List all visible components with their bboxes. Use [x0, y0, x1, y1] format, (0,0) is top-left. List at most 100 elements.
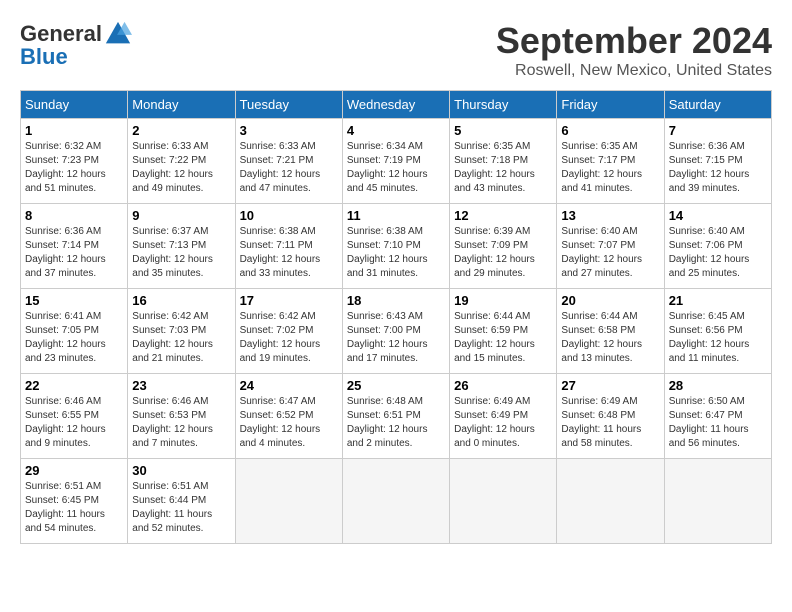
calendar-cell: 8 Sunrise: 6:36 AMSunset: 7:14 PMDaylight…	[21, 204, 128, 289]
day-number: 13	[561, 208, 659, 223]
day-number: 30	[132, 463, 230, 478]
calendar-cell: 2 Sunrise: 6:33 AMSunset: 7:22 PMDaylight…	[128, 119, 235, 204]
day-detail: Sunrise: 6:49 AMSunset: 6:48 PMDaylight:…	[561, 395, 659, 451]
calendar-cell: 3 Sunrise: 6:33 AMSunset: 7:21 PMDaylight…	[235, 119, 342, 204]
calendar-cell: 13 Sunrise: 6:40 AMSunset: 7:07 PMDayligh…	[557, 204, 664, 289]
day-number: 22	[25, 378, 123, 393]
day-detail: Sunrise: 6:51 AMSunset: 6:44 PMDaylight:…	[132, 480, 230, 536]
day-detail: Sunrise: 6:33 AMSunset: 7:21 PMDaylight:…	[240, 140, 338, 196]
calendar-cell: 19Sunrise: 6:44 AMSunset: 6:59 PMDayligh…	[450, 289, 557, 374]
day-number: 10	[240, 208, 338, 223]
day-detail: Sunrise: 6:46 AMSunset: 6:55 PMDaylight:…	[25, 395, 123, 451]
day-detail: Sunrise: 6:39 AMSunset: 7:09 PMDaylight:…	[454, 225, 552, 281]
calendar-cell: 15 Sunrise: 6:41 AMSunset: 7:05 PMDayligh…	[21, 289, 128, 374]
day-detail: Sunrise: 6:40 AMSunset: 7:06 PMDaylight:…	[669, 225, 767, 281]
day-number: 2	[132, 123, 230, 138]
day-detail: Sunrise: 6:49 AMSunset: 6:49 PMDaylight:…	[454, 395, 552, 451]
day-detail: Sunrise: 6:47 AMSunset: 6:52 PMDaylight:…	[240, 395, 338, 451]
weekday-header-tuesday: Tuesday	[235, 91, 342, 119]
calendar-cell: 30 Sunrise: 6:51 AMSunset: 6:44 PMDayligh…	[128, 459, 235, 544]
day-detail: Sunrise: 6:36 AMSunset: 7:14 PMDaylight:…	[25, 225, 123, 281]
day-detail: Sunrise: 6:44 AMSunset: 6:58 PMDaylight:…	[561, 310, 659, 366]
weekday-header-sunday: Sunday	[21, 91, 128, 119]
logo-icon	[104, 20, 132, 48]
day-number: 16	[132, 293, 230, 308]
calendar-cell: 5Sunrise: 6:35 AMSunset: 7:18 PMDaylight…	[450, 119, 557, 204]
logo: General Blue	[20, 20, 132, 70]
day-detail: Sunrise: 6:38 AMSunset: 7:10 PMDaylight:…	[347, 225, 445, 281]
day-number: 28	[669, 378, 767, 393]
calendar-cell: 25Sunrise: 6:48 AMSunset: 6:51 PMDayligh…	[342, 374, 449, 459]
week-row-4: 22 Sunrise: 6:46 AMSunset: 6:55 PMDayligh…	[21, 374, 772, 459]
day-number: 3	[240, 123, 338, 138]
weekday-header-saturday: Saturday	[664, 91, 771, 119]
day-number: 21	[669, 293, 767, 308]
weekday-header-friday: Friday	[557, 91, 664, 119]
day-detail: Sunrise: 6:50 AMSunset: 6:47 PMDaylight:…	[669, 395, 767, 451]
week-row-1: 1 Sunrise: 6:32 AMSunset: 7:23 PMDaylight…	[21, 119, 772, 204]
weekday-header-thursday: Thursday	[450, 91, 557, 119]
day-detail: Sunrise: 6:35 AMSunset: 7:17 PMDaylight:…	[561, 140, 659, 196]
calendar-cell: 26Sunrise: 6:49 AMSunset: 6:49 PMDayligh…	[450, 374, 557, 459]
page-header: General Blue September 2024 Roswell, New…	[20, 20, 772, 80]
day-number: 27	[561, 378, 659, 393]
day-detail: Sunrise: 6:35 AMSunset: 7:18 PMDaylight:…	[454, 140, 552, 196]
day-detail: Sunrise: 6:48 AMSunset: 6:51 PMDaylight:…	[347, 395, 445, 451]
title-block: September 2024 Roswell, New Mexico, Unit…	[496, 20, 772, 80]
calendar-cell: 16 Sunrise: 6:42 AMSunset: 7:03 PMDayligh…	[128, 289, 235, 374]
day-detail: Sunrise: 6:45 AMSunset: 6:56 PMDaylight:…	[669, 310, 767, 366]
day-detail: Sunrise: 6:42 AMSunset: 7:02 PMDaylight:…	[240, 310, 338, 366]
calendar-cell: 4Sunrise: 6:34 AMSunset: 7:19 PMDaylight…	[342, 119, 449, 204]
calendar-cell: 7 Sunrise: 6:36 AMSunset: 7:15 PMDaylight…	[664, 119, 771, 204]
day-detail: Sunrise: 6:51 AMSunset: 6:45 PMDaylight:…	[25, 480, 123, 536]
calendar-cell	[450, 459, 557, 544]
day-number: 12	[454, 208, 552, 223]
calendar-cell: 9 Sunrise: 6:37 AMSunset: 7:13 PMDaylight…	[128, 204, 235, 289]
calendar-cell: 29 Sunrise: 6:51 AMSunset: 6:45 PMDayligh…	[21, 459, 128, 544]
day-detail: Sunrise: 6:36 AMSunset: 7:15 PMDaylight:…	[669, 140, 767, 196]
day-number: 1	[25, 123, 123, 138]
calendar-cell: 28 Sunrise: 6:50 AMSunset: 6:47 PMDayligh…	[664, 374, 771, 459]
calendar-cell	[342, 459, 449, 544]
day-number: 15	[25, 293, 123, 308]
day-number: 7	[669, 123, 767, 138]
day-number: 14	[669, 208, 767, 223]
week-row-3: 15 Sunrise: 6:41 AMSunset: 7:05 PMDayligh…	[21, 289, 772, 374]
day-detail: Sunrise: 6:33 AMSunset: 7:22 PMDaylight:…	[132, 140, 230, 196]
day-number: 9	[132, 208, 230, 223]
calendar-cell: 22 Sunrise: 6:46 AMSunset: 6:55 PMDayligh…	[21, 374, 128, 459]
calendar-cell: 1 Sunrise: 6:32 AMSunset: 7:23 PMDaylight…	[21, 119, 128, 204]
calendar-cell: 10Sunrise: 6:38 AMSunset: 7:11 PMDayligh…	[235, 204, 342, 289]
day-number: 19	[454, 293, 552, 308]
weekday-header-monday: Monday	[128, 91, 235, 119]
day-number: 18	[347, 293, 445, 308]
calendar-cell: 27 Sunrise: 6:49 AMSunset: 6:48 PMDayligh…	[557, 374, 664, 459]
calendar-cell: 12 Sunrise: 6:39 AMSunset: 7:09 PMDayligh…	[450, 204, 557, 289]
week-row-5: 29 Sunrise: 6:51 AMSunset: 6:45 PMDayligh…	[21, 459, 772, 544]
day-detail: Sunrise: 6:40 AMSunset: 7:07 PMDaylight:…	[561, 225, 659, 281]
calendar-cell: 23Sunrise: 6:46 AMSunset: 6:53 PMDayligh…	[128, 374, 235, 459]
day-number: 20	[561, 293, 659, 308]
weekday-header-row: SundayMondayTuesdayWednesdayThursdayFrid…	[21, 91, 772, 119]
week-row-2: 8 Sunrise: 6:36 AMSunset: 7:14 PMDaylight…	[21, 204, 772, 289]
calendar-cell: 11 Sunrise: 6:38 AMSunset: 7:10 PMDayligh…	[342, 204, 449, 289]
calendar-cell	[664, 459, 771, 544]
month-title: September 2024	[496, 20, 772, 62]
day-detail: Sunrise: 6:43 AMSunset: 7:00 PMDaylight:…	[347, 310, 445, 366]
location: Roswell, New Mexico, United States	[496, 62, 772, 80]
calendar-cell: 14 Sunrise: 6:40 AMSunset: 7:06 PMDayligh…	[664, 204, 771, 289]
day-detail: Sunrise: 6:41 AMSunset: 7:05 PMDaylight:…	[25, 310, 123, 366]
calendar-cell: 6Sunrise: 6:35 AMSunset: 7:17 PMDaylight…	[557, 119, 664, 204]
calendar-cell: 24Sunrise: 6:47 AMSunset: 6:52 PMDayligh…	[235, 374, 342, 459]
day-number: 23	[132, 378, 230, 393]
day-detail: Sunrise: 6:37 AMSunset: 7:13 PMDaylight:…	[132, 225, 230, 281]
calendar-cell: 18 Sunrise: 6:43 AMSunset: 7:00 PMDayligh…	[342, 289, 449, 374]
day-number: 29	[25, 463, 123, 478]
day-detail: Sunrise: 6:42 AMSunset: 7:03 PMDaylight:…	[132, 310, 230, 366]
day-detail: Sunrise: 6:32 AMSunset: 7:23 PMDaylight:…	[25, 140, 123, 196]
calendar-cell: 20 Sunrise: 6:44 AMSunset: 6:58 PMDayligh…	[557, 289, 664, 374]
day-number: 8	[25, 208, 123, 223]
calendar-table: SundayMondayTuesdayWednesdayThursdayFrid…	[20, 90, 772, 544]
weekday-header-wednesday: Wednesday	[342, 91, 449, 119]
day-number: 11	[347, 208, 445, 223]
